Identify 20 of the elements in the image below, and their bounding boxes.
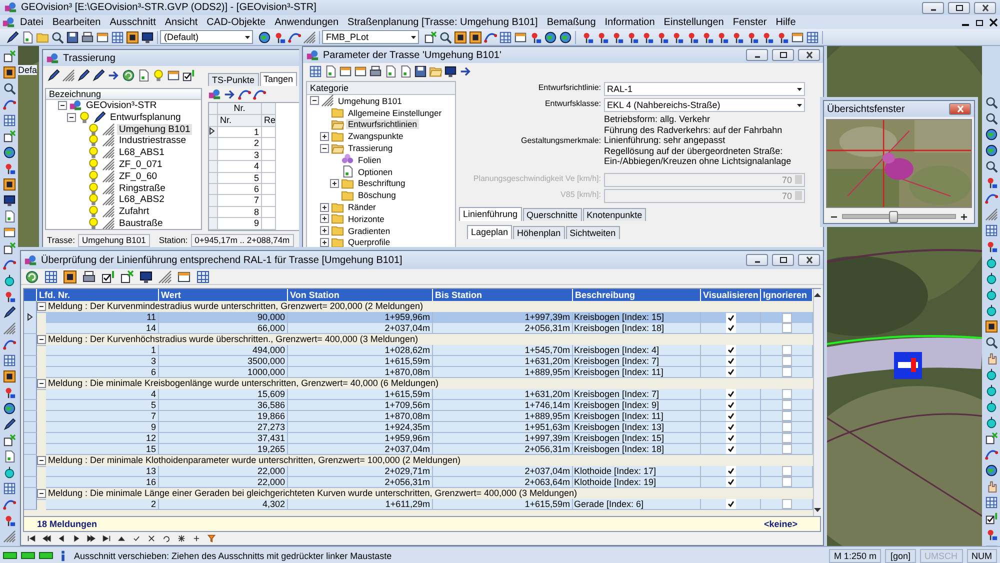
menu-item[interactable]: Einstellungen [660, 16, 728, 28]
menu-item[interactable]: Bearbeiten [48, 16, 105, 28]
plot-dropdown[interactable]: FMB_PLot [322, 30, 419, 44]
menu-item[interactable]: Ansicht [160, 16, 202, 28]
menu-item[interactable]: CAD-Objekte [202, 16, 270, 28]
menu-item[interactable]: Information [600, 16, 659, 28]
menu-item[interactable]: Fenster [728, 16, 771, 28]
scale-text: M 1:250 m [828, 548, 882, 562]
key-indicator: NUM [966, 548, 997, 562]
window-title: GEOvision³ [E:\GEOvision³-STR.GVP (ODS2)] - [GEOvision³-STR] [21, 2, 318, 13]
unit-text: [gon] [885, 548, 916, 562]
menu-item[interactable]: Anwendungen [270, 16, 343, 28]
status-message: Ausschnitt verschieben: Ziehen des Ausschnitts mit gedrückter linker Maustaste [74, 550, 393, 560]
menu-item[interactable]: Straßenplanung [Trasse: Umgehung B101] [344, 16, 542, 28]
key-indicator: UMSCH [920, 548, 962, 562]
menu-item[interactable]: Hilfe [772, 16, 800, 28]
layer-dropdown[interactable]: (Default) [160, 30, 253, 44]
menu-item[interactable]: Bemaßung [542, 16, 600, 28]
menu-item[interactable]: Datei [16, 16, 48, 28]
menu-item[interactable]: Ausschnitt [106, 16, 160, 28]
